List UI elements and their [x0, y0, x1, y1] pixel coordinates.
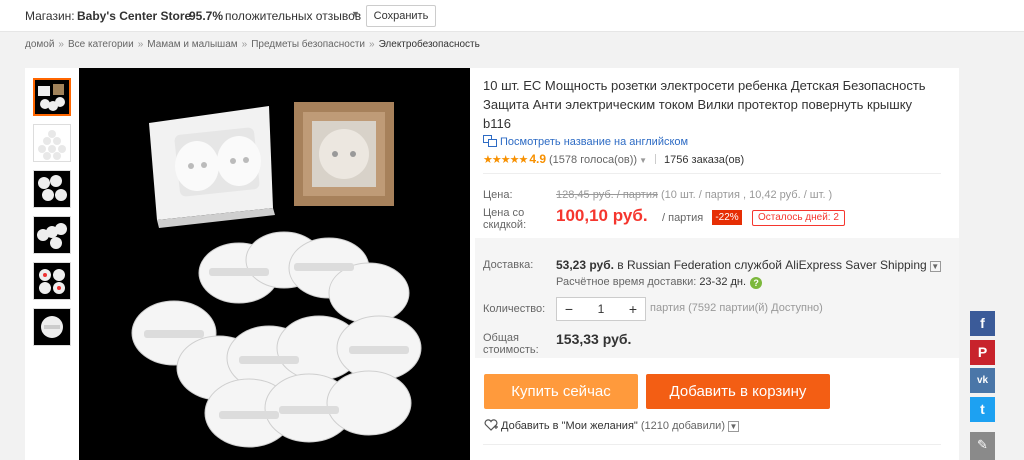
quantity-available: партия (7592 партии(й) Доступно) [650, 302, 823, 314]
chevron-down-icon[interactable]: ▼ [727, 421, 739, 432]
shipping-method[interactable]: в Russian Federation службой AliExpress … [614, 258, 926, 272]
votes-count[interactable]: (1578 голоса(ов)) [549, 154, 637, 166]
breadcrumb: домой» Все категории» Мамам и малышам» Пред… [25, 39, 480, 50]
delivery-time: Расчётное время доставки: 23-32 дн.? [556, 276, 763, 289]
twitter-share-icon[interactable]: t [970, 397, 995, 422]
thumbnail-image[interactable] [33, 124, 71, 162]
breadcrumb-electrical-safety[interactable]: Электробезопасность [379, 39, 480, 50]
plus-icon[interactable]: + [621, 298, 645, 320]
quantity-label: Количество: [483, 303, 546, 315]
store-feedback-link[interactable]: положительных отзывов [225, 9, 361, 23]
chevron-down-icon[interactable]: ▼ [639, 156, 647, 165]
orders-count: 1756 заказа(ов) [664, 154, 745, 166]
wishlist-label: Добавить в "Мои желания" [501, 420, 638, 432]
breadcrumb-separator: » [369, 39, 375, 50]
facebook-share-icon[interactable]: f [970, 311, 995, 336]
chevron-down-icon[interactable]: ▼ [929, 261, 941, 272]
quantity-stepper: − 1 + [556, 297, 646, 321]
main-product-image[interactable] [79, 68, 470, 460]
breadcrumb-all-categories[interactable]: Все категории [68, 39, 134, 50]
total-label-2: стоимость: [483, 344, 539, 356]
store-label: Магазин: [25, 9, 75, 23]
discount-price-label: Цена со [483, 207, 525, 219]
breadcrumb-moms-babies[interactable]: Мамам и малышам [147, 39, 237, 50]
thumbnail-image[interactable] [33, 78, 71, 116]
divider [483, 444, 941, 445]
add-to-wishlist[interactable]: Добавить в "Мои желания" (1210 добавили)… [484, 419, 739, 432]
thumbnail-image[interactable] [33, 262, 71, 300]
days-left-badge: Осталось дней: 2 [752, 210, 845, 226]
store-bar: Магазин: Baby's Center Store 95.7% полож… [0, 0, 1024, 32]
thumbnail-image[interactable] [33, 170, 71, 208]
product-title: 10 шт. ЕС Мощность розетки электросети р… [483, 78, 926, 131]
edit-icon[interactable]: ✎ [970, 432, 995, 460]
discount-price: 100,10 руб. [556, 206, 648, 225]
rating-value: 4.9 [529, 152, 546, 166]
vk-share-icon[interactable]: vk [970, 368, 995, 393]
buy-now-button[interactable]: Купить сейчас [484, 374, 638, 409]
divider [655, 154, 656, 164]
price-label: Цена: [483, 189, 513, 201]
translate-title-label: Посмотреть название на английском [500, 136, 689, 148]
total-label: Общая [483, 332, 519, 344]
thumbnail-image[interactable] [33, 216, 71, 254]
wishlist-count: (1210 добавили) [640, 420, 725, 432]
thumbnail-image[interactable] [33, 308, 71, 346]
unit-price-info: (10 шт. / партия , 10,42 руб. / шт. ) [657, 189, 833, 201]
shipping-info: 53,23 руб. в Russian Federation службой … [556, 258, 941, 272]
rating-row: ★★★★★ 4.9 (1578 голоса(ов)) ▼ 1756 заказа(ов… [483, 152, 744, 166]
chevron-down-icon[interactable]: ▼ [351, 9, 360, 19]
quantity-input[interactable]: 1 [581, 302, 621, 316]
translate-title-link[interactable]: Посмотреть название на английском [483, 135, 688, 148]
store-rating: 95.7% [189, 9, 224, 23]
breadcrumb-home[interactable]: домой [25, 39, 54, 50]
shipping-price: 53,23 руб. [556, 258, 614, 272]
help-icon[interactable]: ? [750, 277, 763, 289]
total-price: 153,33 руб. [556, 331, 632, 347]
breadcrumb-separator: » [137, 39, 144, 50]
breadcrumb-separator: » [241, 39, 248, 50]
original-price: 128,45 руб. / партия (10 шт. / партия , … [556, 189, 832, 201]
price-unit: / партия [662, 212, 704, 224]
original-price-value: 128,45 руб. / партия [556, 189, 658, 201]
minus-icon[interactable]: − [557, 298, 581, 320]
purchase-options-panel [475, 238, 959, 358]
breadcrumb-separator: » [58, 39, 64, 50]
pinterest-share-icon[interactable]: P [970, 340, 995, 365]
add-to-cart-button[interactable]: Добавить в корзину [646, 374, 830, 409]
save-store-button[interactable]: Сохранить [366, 5, 436, 27]
heart-icon [484, 419, 498, 431]
delivery-time-value: 23-32 дн. [699, 276, 747, 288]
divider [483, 173, 941, 174]
translate-icon [483, 135, 497, 147]
star-rating-icon: ★★★★★ [483, 154, 528, 166]
breadcrumb-safety-items[interactable]: Предметы безопасности [251, 39, 365, 50]
store-name-link[interactable]: Baby's Center Store [77, 9, 191, 23]
delivery-time-label: Расчётное время доставки: [556, 276, 697, 288]
discount-price-label-2: скидкой: [483, 219, 527, 231]
discount-badge: -22% [712, 210, 742, 225]
shipping-label: Доставка: [483, 259, 534, 271]
